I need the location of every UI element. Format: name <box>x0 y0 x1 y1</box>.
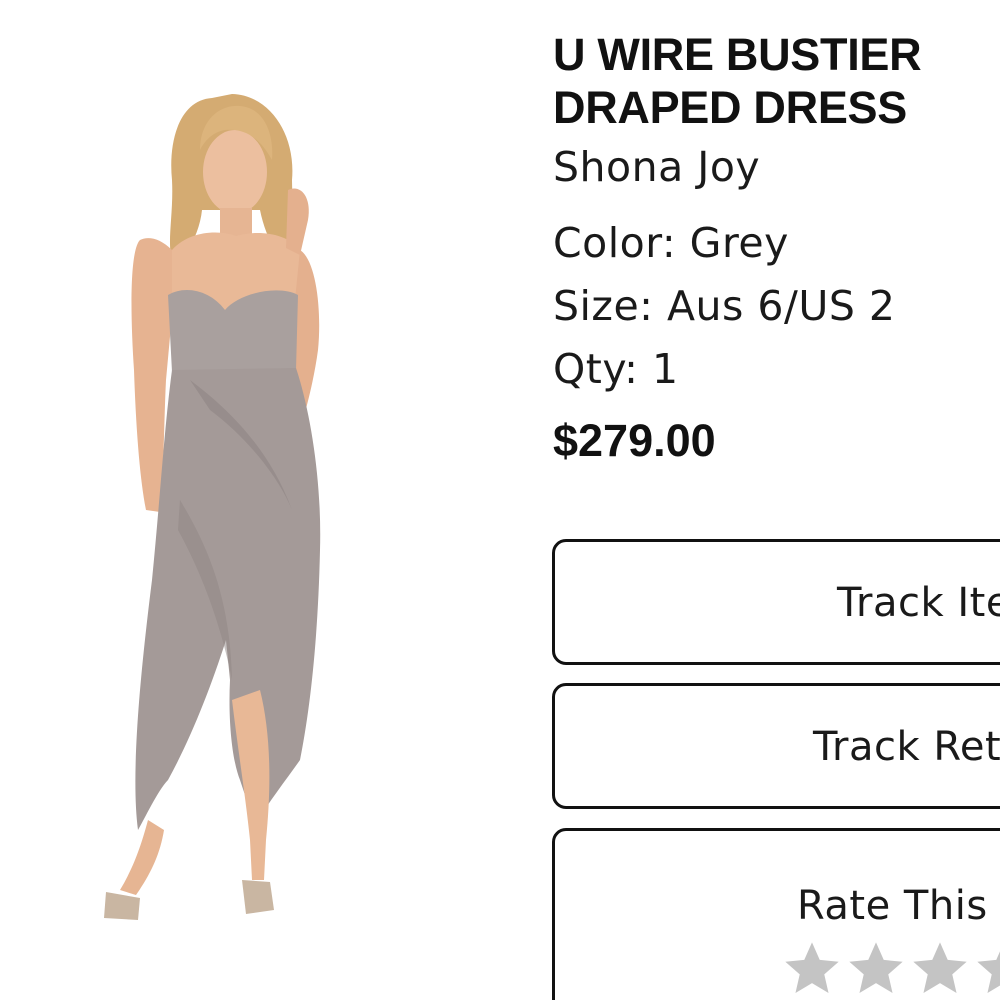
track-return-label: Track Ret <box>813 724 1000 770</box>
product-details: U WIRE BUSTIER DRAPED DRESS Shona Joy Co… <box>553 28 1000 469</box>
product-color: Color: Grey <box>553 219 789 267</box>
product-price: $279.00 <box>553 415 716 466</box>
product-attributes: Color: Grey Size: Aus 6/US 2 Qty: 1 <box>553 212 1000 401</box>
track-return-button[interactable]: Track Ret <box>552 683 1000 809</box>
product-size: Size: Aus 6/US 2 <box>553 282 896 330</box>
product-image[interactable] <box>60 80 400 950</box>
star-1-icon[interactable] <box>780 937 844 1000</box>
star-rating[interactable] <box>780 937 1000 1000</box>
product-brand: Shona Joy <box>553 143 761 191</box>
product-quantity: Qty: 1 <box>553 345 679 393</box>
track-item-label: Track Ite <box>837 580 1000 626</box>
product-title-line-1: U WIRE BUSTIER <box>553 29 922 80</box>
rate-item-panel: Rate This <box>552 828 1000 1000</box>
star-4-icon[interactable] <box>972 937 1000 1000</box>
star-3-icon[interactable] <box>908 937 972 1000</box>
rate-item-label: Rate This <box>797 883 988 929</box>
track-item-button[interactable]: Track Ite <box>552 539 1000 665</box>
product-title-line-2: DRAPED DRESS <box>553 82 907 133</box>
product-title: U WIRE BUSTIER DRAPED DRESS <box>553 28 1000 134</box>
order-item-detail-page: U WIRE BUSTIER DRAPED DRESS Shona Joy Co… <box>0 0 1000 1000</box>
star-2-icon[interactable] <box>844 937 908 1000</box>
